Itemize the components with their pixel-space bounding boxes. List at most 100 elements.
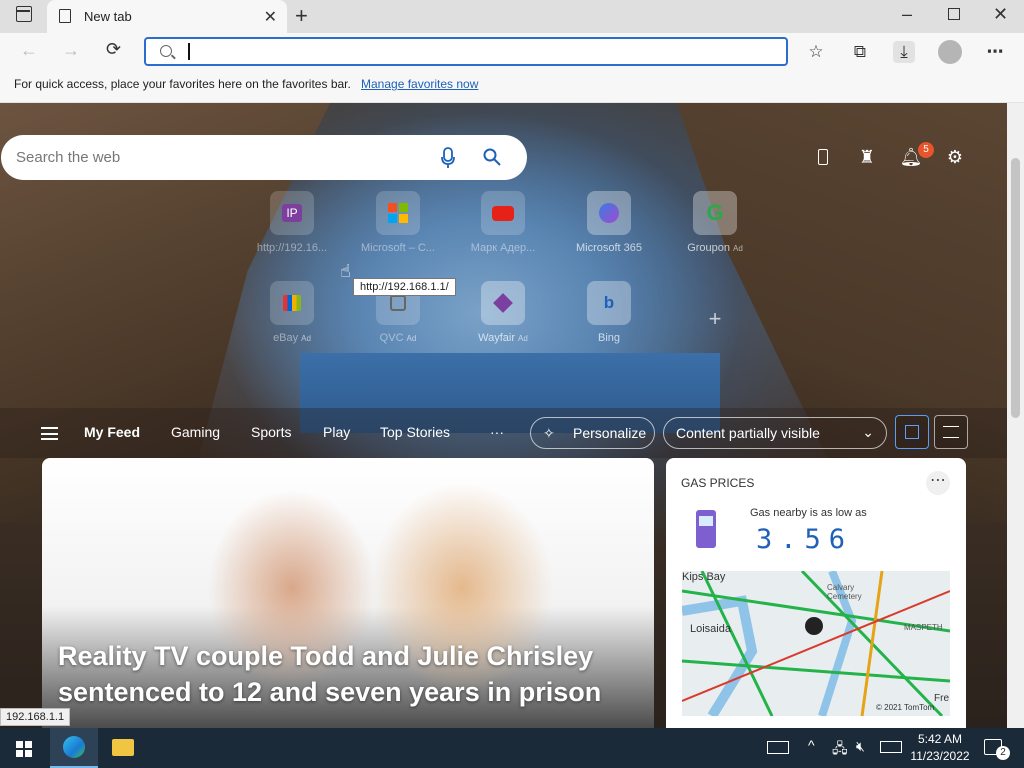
quick-link-label: eBay (273, 332, 299, 344)
quick-link-label: Wayfair (478, 332, 516, 344)
close-window-button[interactable]: ✕ (993, 4, 1008, 25)
quick-link-microsoft[interactable]: Microsoft – C... (353, 191, 443, 254)
scrollbar-thumb[interactable] (1011, 158, 1020, 418)
content-visibility-dropdown[interactable]: Content partially visible ⌄ (663, 417, 887, 449)
text-cursor (188, 43, 190, 60)
gas-prices-card: GAS PRICES ⋯ Gas nearby is as low as 3.5… (666, 458, 966, 728)
ad-label: Ad (518, 334, 528, 343)
groupon-icon: G (693, 191, 737, 235)
profile-avatar[interactable] (938, 40, 962, 64)
map-label-loisaida: Loisaida (690, 623, 731, 635)
new-tab-page: Search the web ♜ 🔔︎ 5 ⚙ IP http://192.16… (0, 103, 1007, 728)
mouse-pointer-icon: ☝ (340, 261, 351, 281)
microphone-icon[interactable] (441, 147, 455, 169)
status-bar-url: 192.168.1.1 (0, 708, 71, 726)
search-submit-icon[interactable] (483, 148, 501, 166)
show-hidden-icons[interactable]: ^ (808, 737, 815, 753)
microsoft-logo-icon (376, 191, 420, 235)
gas-pump-icon (688, 506, 728, 556)
favorites-hint: For quick access, place your favorites h… (14, 77, 351, 91)
quick-link-router[interactable]: IP http://192.16... (247, 191, 337, 254)
card-more-button[interactable]: ⋯ (926, 471, 950, 495)
tab-top-stories[interactable]: Top Stories (380, 424, 450, 440)
add-quick-link-button[interactable]: + (670, 306, 760, 332)
quick-link-wayfair[interactable]: Wayfair Ad (458, 281, 548, 344)
tab-my-feed[interactable]: My Feed (84, 424, 140, 440)
windows-taskbar: ^ 🖧︎ 🔇︎ 5:42 AM 11/23/2022 2 (0, 728, 1024, 768)
windows-start-icon[interactable] (16, 741, 32, 757)
network-icon[interactable]: 🖧︎ (832, 738, 848, 762)
gas-subtitle: Gas nearby is as low as (750, 507, 867, 519)
youtube-icon (481, 191, 525, 235)
map-label-kips-bay: Kips Bay (682, 571, 726, 583)
traffic-map[interactable]: Kips Bay Loisaida Calvary Cemetery MASPE… (682, 571, 950, 716)
news-headline[interactable]: Reality TV couple Todd and Julie Chrisle… (58, 638, 638, 710)
page-settings-gear-icon[interactable]: ⚙ (943, 145, 967, 169)
page-scrollbar[interactable] (1007, 103, 1024, 728)
quick-link-label: Марк Адер... (470, 242, 536, 254)
quick-link-label: Groupon (687, 242, 730, 254)
favorites-bar: For quick access, place your favorites h… (0, 71, 1024, 103)
quick-link-microsoft-365[interactable]: Microsoft 365 (564, 191, 654, 254)
quick-link-label: http://192.16... (256, 242, 328, 254)
more-tabs-button[interactable]: ··· (490, 424, 504, 440)
map-copyright: © 2021 TomTom (876, 703, 935, 712)
address-bar[interactable] (144, 37, 788, 66)
manage-favorites-link[interactable]: Manage favorites now (361, 77, 478, 91)
quick-link-label: QVC (379, 332, 404, 344)
wayfair-icon (481, 281, 525, 325)
taskbar-clock[interactable]: 5:42 AM 11/23/2022 (910, 731, 970, 765)
downloads-icon[interactable]: ⤓ (893, 41, 915, 63)
forward-button[interactable]: → (62, 40, 80, 61)
settings-more-icon[interactable]: ⋯ (984, 41, 1006, 63)
quick-link-bing[interactable]: b Bing (564, 281, 654, 344)
refresh-button[interactable]: ⟳ (106, 39, 121, 60)
map-label-maspeth: MASPETH (904, 623, 943, 632)
microsoft-365-icon (587, 191, 631, 235)
quick-link-label: Bing (597, 332, 621, 344)
map-label-calvary: Calvary Cemetery (827, 583, 862, 601)
menu-hamburger-icon[interactable] (41, 427, 58, 440)
personalize-button[interactable]: ✧ Personalize (530, 417, 655, 449)
tab-sports[interactable]: Sports (251, 424, 291, 440)
tab-play[interactable]: Play (323, 424, 350, 440)
list-view-button[interactable] (934, 415, 968, 449)
notification-badge: 5 (918, 142, 934, 158)
quick-link-groupon[interactable]: G Groupon Ad (670, 191, 760, 254)
touch-keyboard-icon[interactable] (880, 741, 902, 753)
ad-label: Ad (301, 334, 311, 343)
gas-price: 3.56 (756, 524, 854, 555)
tab-actions-icon[interactable] (16, 6, 32, 22)
news-card[interactable]: Reality TV couple Todd and Julie Chrisle… (42, 458, 654, 728)
search-placeholder: Search the web (16, 149, 121, 166)
bing-icon: b (587, 281, 631, 325)
quick-link-ebay[interactable]: eBay Ad (247, 281, 337, 344)
link-tooltip: http://192.168.1.1/ (353, 278, 456, 296)
quick-link-youtube[interactable]: Марк Адер... (458, 191, 548, 254)
favorites-star-icon[interactable]: ☆ (805, 41, 827, 63)
content-visibility-value: Content partially visible (676, 425, 820, 441)
grid-view-button[interactable] (895, 415, 929, 449)
keyboard-icon[interactable] (767, 741, 789, 754)
personalize-label: Personalize (573, 425, 647, 441)
minimize-button[interactable]: – (902, 4, 912, 25)
ebay-bag-icon (270, 281, 314, 325)
tab-gaming[interactable]: Gaming (171, 424, 220, 440)
close-tab-icon[interactable]: ✕ (264, 7, 277, 27)
maximize-button[interactable] (948, 8, 960, 20)
tab-strip: New tab ✕ + – ✕ (0, 0, 1024, 33)
volume-muted-icon[interactable]: 🔇︎ (856, 738, 865, 755)
phone-icon[interactable] (811, 145, 835, 169)
tab-title: New tab (84, 9, 132, 24)
search-icon (160, 45, 172, 57)
back-button[interactable]: ← (20, 40, 38, 61)
edge-taskbar-icon[interactable] (50, 728, 98, 768)
gas-card-title: GAS PRICES (681, 476, 755, 490)
tab-new-tab[interactable]: New tab ✕ (47, 0, 287, 33)
new-tab-button[interactable]: + (295, 3, 308, 29)
quick-link-label: Microsoft 365 (575, 242, 643, 254)
collections-icon[interactable]: ⧉ (849, 41, 871, 63)
rewards-icon[interactable]: ♜ (855, 145, 879, 169)
file-explorer-icon[interactable] (112, 739, 134, 756)
web-search-box[interactable]: Search the web (1, 135, 527, 180)
